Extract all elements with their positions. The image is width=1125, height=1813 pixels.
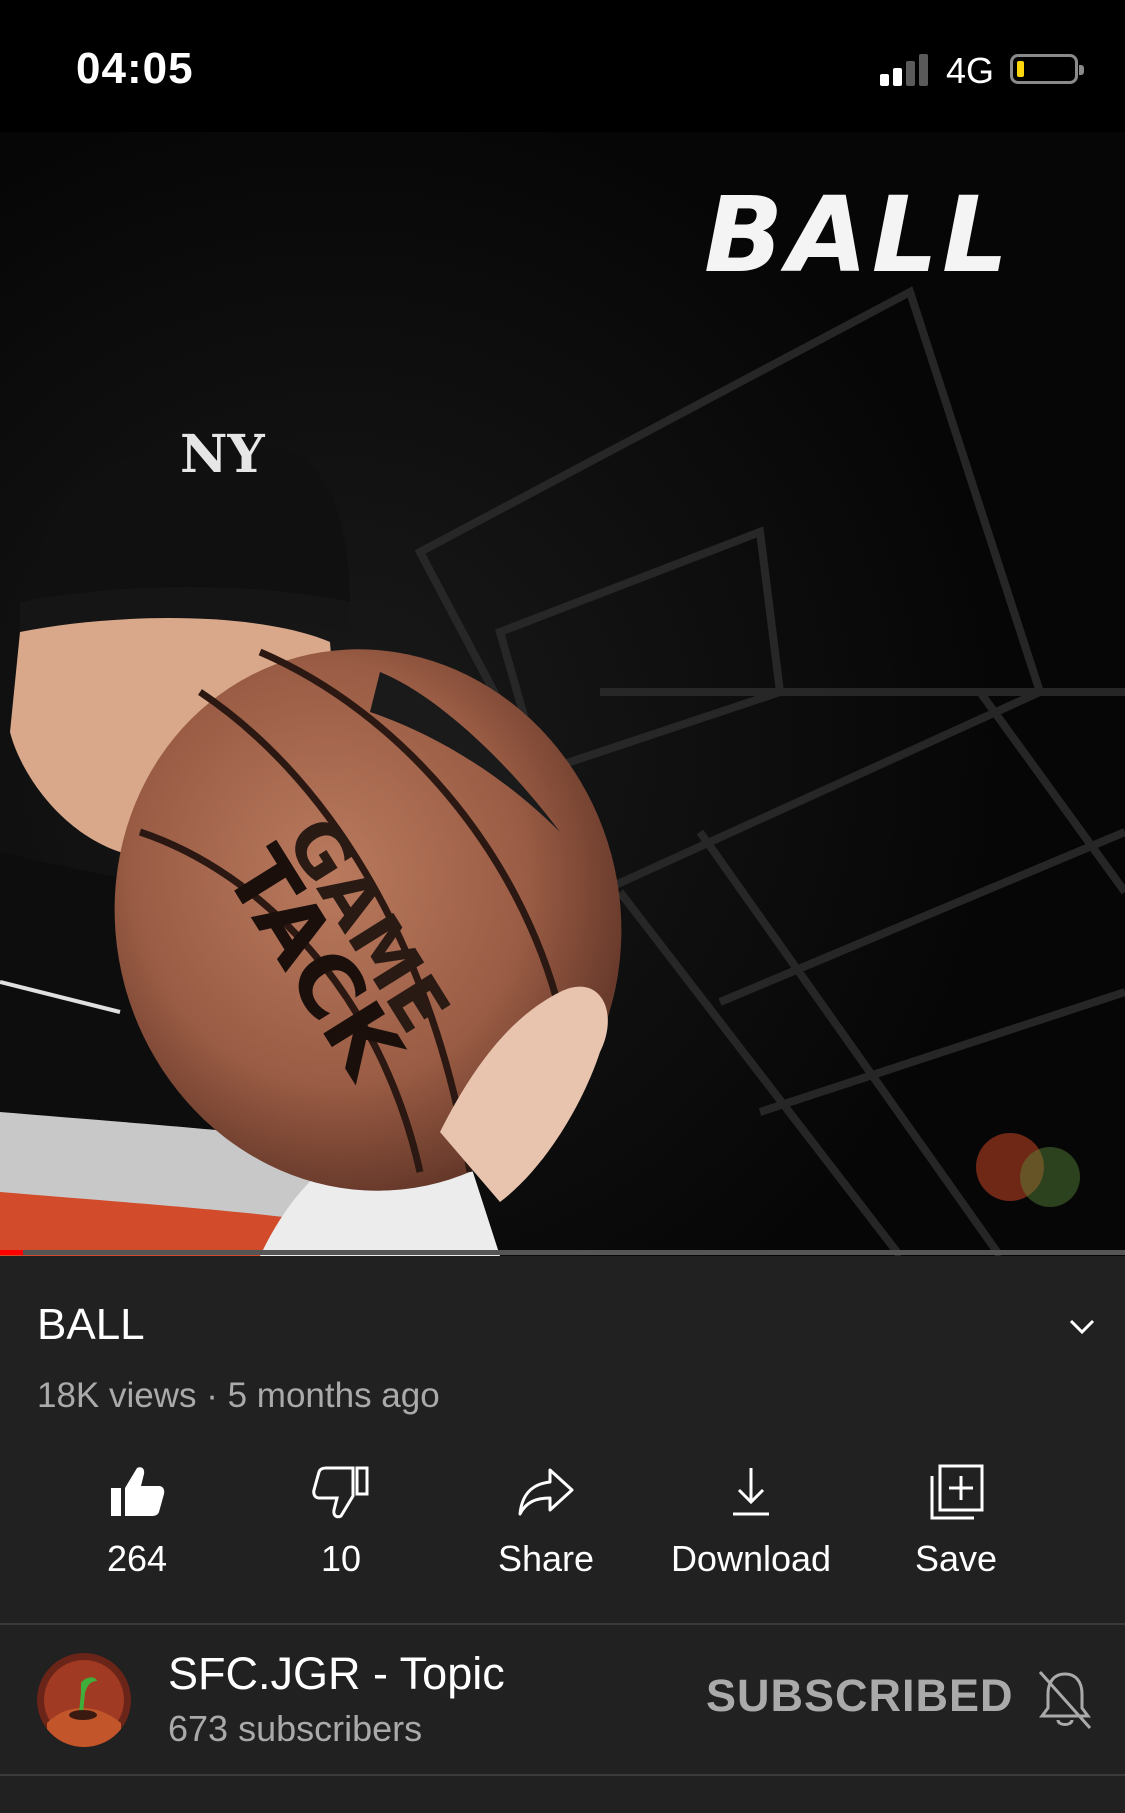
video-progress-played <box>0 1250 23 1255</box>
divider <box>0 1623 1125 1625</box>
video-title: BALL <box>37 1300 145 1349</box>
cellular-signal-icon <box>880 54 932 86</box>
network-type: 4G <box>946 50 995 91</box>
action-bar: 264 10 Share Download Save <box>0 1446 1125 1586</box>
status-time: 04:05 <box>76 44 194 93</box>
battery-icon <box>1010 54 1084 84</box>
video-meta: 18K views · 5 months ago <box>37 1376 440 1415</box>
channel-avatar-image <box>37 1653 131 1747</box>
save-label: Save <box>914 1538 998 1579</box>
channel-name[interactable]: SFC.JGR - Topic <box>168 1648 505 1700</box>
subscriber-count: 673 subscribers <box>168 1708 423 1749</box>
video-thumbnail-artwork: NY GAME TACK <box>0 132 1125 1256</box>
download-icon <box>733 1468 769 1516</box>
like-count: 264 <box>106 1538 168 1579</box>
save-to-playlist-icon <box>930 1464 984 1520</box>
like-button[interactable]: 264 <box>52 1446 222 1586</box>
svg-text:NY: NY <box>180 424 266 485</box>
thumbs-down-icon <box>312 1466 369 1519</box>
video-progress-bar[interactable] <box>0 1250 1125 1255</box>
battery-level <box>1017 61 1024 77</box>
divider <box>0 1774 1125 1776</box>
save-button[interactable]: Save <box>871 1446 1041 1586</box>
notifications-off-icon[interactable] <box>1036 1668 1094 1732</box>
video-info[interactable]: BALL 18K views · 5 months ago <box>0 1256 1125 1416</box>
dislike-button[interactable]: 10 <box>256 1446 426 1586</box>
subscribed-button[interactable]: SUBSCRIBED <box>706 1670 1014 1722</box>
download-label: Download <box>670 1538 832 1579</box>
status-bar: 04:05 4G <box>0 0 1125 132</box>
video-player[interactable]: NY GAME TACK BALL <box>0 132 1125 1256</box>
download-button[interactable]: Download <box>666 1446 836 1586</box>
thumbs-up-icon <box>111 1467 165 1516</box>
video-overlay-title: BALL <box>704 174 1013 296</box>
dislike-count: 10 <box>320 1538 362 1579</box>
share-icon <box>518 1468 574 1516</box>
share-button[interactable]: Share <box>461 1446 631 1586</box>
share-label: Share <box>497 1538 595 1579</box>
channel-avatar[interactable] <box>37 1653 131 1747</box>
chevron-down-icon[interactable] <box>1068 1312 1096 1340</box>
channel-row[interactable]: SFC.JGR - Topic 673 subscribers SUBSCRIB… <box>0 1626 1125 1774</box>
